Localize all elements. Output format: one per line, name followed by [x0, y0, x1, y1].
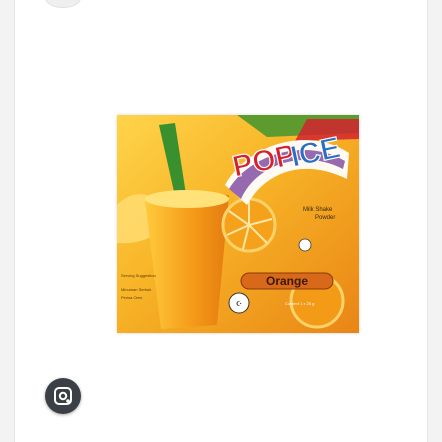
label-serving: Serving Suggestion — [121, 273, 156, 278]
flavor-label: Orange — [266, 274, 308, 288]
product-package-art: POP ICE Milk Shake Powder Serving Sugges… — [117, 115, 359, 333]
product-image[interactable]: POP ICE Milk Shake Powder Serving Sugges… — [117, 115, 359, 333]
top-handle-icon[interactable] — [45, 0, 81, 8]
halal-badge-mark: ☪ — [236, 300, 242, 308]
image-search-icon — [54, 387, 72, 405]
label-powder: Powder — [315, 215, 335, 221]
label-perisa: Perisa Oren — [121, 295, 142, 300]
label-content: Content 1 x 25 g — [285, 301, 314, 306]
label-minuman: Minuman Serbuk — [121, 287, 151, 292]
image-viewer-panel: POP ICE Milk Shake Powder Serving Sugges… — [14, 0, 428, 442]
drink-foam — [145, 190, 229, 208]
small-badge-icon — [298, 238, 312, 252]
image-search-button[interactable] — [45, 378, 81, 414]
label-milkshake: Milk Shake — [303, 207, 333, 213]
